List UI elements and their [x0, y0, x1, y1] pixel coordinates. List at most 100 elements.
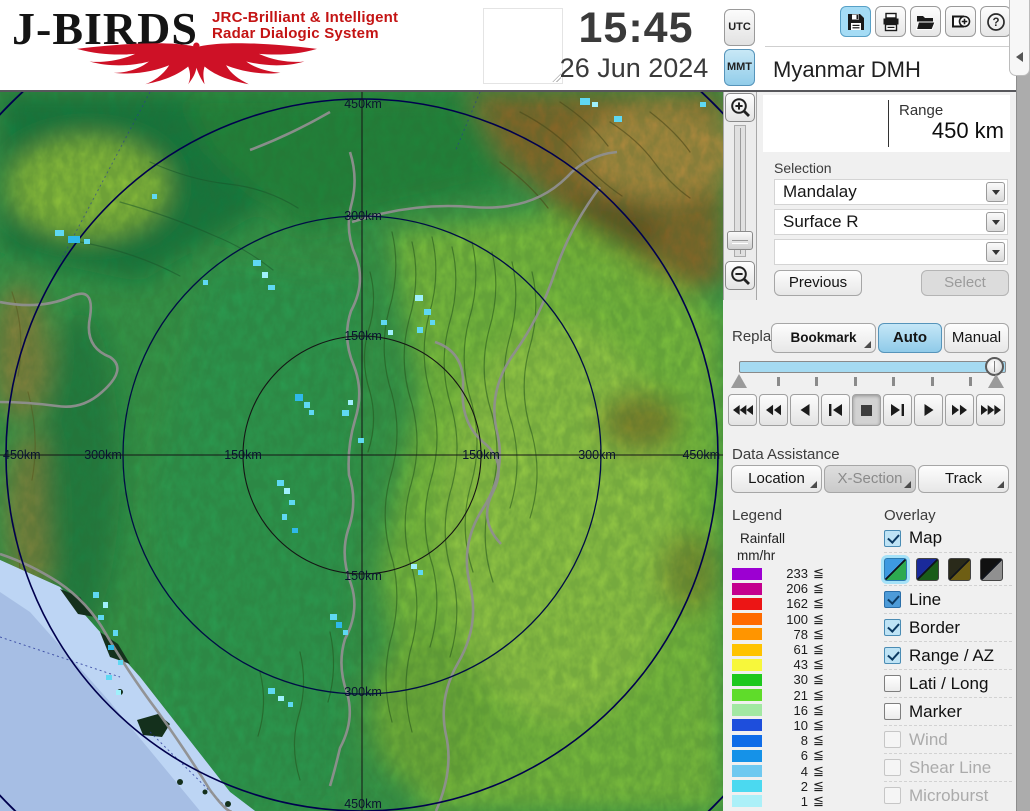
overlay-list: Map Line Border Range / AZ Lati / Long M… [884, 524, 1012, 809]
save-button[interactable] [840, 6, 871, 37]
radar-map[interactable]: 450km 300km 150km 150km 300km 450km 450k… [0, 92, 723, 811]
overlay-row-lati-long[interactable]: Lati / Long [884, 669, 1012, 697]
auto-button[interactable]: Auto [878, 323, 942, 353]
manual-button[interactable]: Manual [944, 323, 1009, 353]
select-button[interactable]: Select [921, 270, 1009, 296]
overlay-row-border[interactable]: Border [884, 613, 1012, 641]
utc-button[interactable]: UTC [724, 9, 755, 46]
bookmark-button[interactable]: Bookmark [771, 323, 876, 353]
product-dropdown[interactable]: Surface R [774, 209, 1008, 235]
replay-tick [931, 377, 934, 386]
add-view-icon [950, 12, 971, 32]
wind-checkbox [884, 731, 901, 748]
marker-checkbox[interactable] [884, 703, 901, 720]
mmt-button[interactable]: MMT [724, 49, 755, 86]
play-reverse-button[interactable] [790, 394, 819, 426]
panel-splitter[interactable] [1016, 0, 1030, 811]
overlay-row-map[interactable]: Map [884, 524, 1012, 552]
overlay-row-range-az[interactable]: Range / AZ [884, 641, 1012, 669]
legend-row: 100≦ [732, 612, 824, 627]
jbirds-logo-subtitle: JRC-Brilliant & Intelligent Radar Dialog… [212, 10, 398, 42]
range-divider [888, 100, 889, 147]
zoom-out-icon [730, 265, 751, 286]
step-forward-button[interactable] [883, 394, 912, 426]
dropdown-arrow-icon[interactable] [986, 182, 1005, 202]
map-style-swatch[interactable] [884, 558, 907, 581]
overlay-row-microburst: Microburst [884, 781, 1012, 809]
zoom-out-button[interactable] [725, 261, 755, 290]
overlay-label: Overlay [884, 507, 936, 524]
range-az-checkbox[interactable] [884, 647, 901, 664]
location-button[interactable]: Location [731, 465, 822, 493]
map-style-swatch[interactable] [948, 558, 971, 581]
legend-row: 8≦ [732, 733, 824, 748]
legend-row: 78≦ [732, 627, 824, 642]
step-back-button[interactable] [821, 394, 850, 426]
rewind-icon [766, 404, 781, 416]
xsection-button[interactable]: X-Section [824, 465, 916, 493]
zoom-in-button[interactable] [725, 93, 755, 122]
stop-icon [861, 405, 872, 416]
map-checkbox[interactable] [884, 530, 901, 547]
svg-text:450km: 450km [344, 97, 382, 111]
open-folder-button[interactable] [910, 6, 941, 37]
play-icon [924, 404, 934, 416]
site-dropdown[interactable]: Mandalay [774, 179, 1008, 205]
range-label: Range [899, 102, 943, 119]
line-checkbox[interactable] [884, 591, 901, 608]
map-style-swatch[interactable] [980, 558, 1003, 581]
legend-row: 21≦ [732, 688, 824, 703]
replay-tick [969, 377, 972, 386]
shear-line-checkbox [884, 759, 901, 776]
legend-row: 43≦ [732, 657, 824, 672]
panel-collapse-tab[interactable] [1009, 0, 1030, 76]
option-dropdown[interactable] [774, 239, 1008, 265]
help-button[interactable]: ? [980, 6, 1011, 37]
help-icon: ? [986, 12, 1006, 32]
dropdown-arrow-icon[interactable] [986, 242, 1005, 262]
svg-text:150km: 150km [344, 329, 382, 343]
replay-start-marker-icon [731, 374, 747, 388]
play-button[interactable] [914, 394, 943, 426]
fast-rewind-button[interactable] [728, 394, 757, 426]
print-button[interactable] [875, 6, 906, 37]
previous-button[interactable]: Previous [774, 270, 862, 296]
add-view-button[interactable] [945, 6, 976, 37]
panel-divider [765, 46, 1010, 47]
overlay-row-wind: Wind [884, 725, 1012, 753]
replay-tick [892, 377, 895, 386]
fast-forward-button[interactable] [945, 394, 974, 426]
stop-button[interactable] [852, 394, 881, 426]
legend-row: 162≦ [732, 596, 824, 611]
clock-date: 26 Jun 2024 [545, 53, 723, 84]
zoom-slider-thumb[interactable] [727, 231, 753, 250]
collapse-arrow-icon [1016, 52, 1023, 62]
svg-text:450km: 450km [344, 797, 382, 811]
zoom-in-icon [730, 97, 751, 118]
border-checkbox[interactable] [884, 619, 901, 636]
dropdown-arrow-icon[interactable] [986, 212, 1005, 232]
legend-label: Legend [732, 507, 782, 524]
legend-row: 30≦ [732, 672, 824, 687]
replay-tick [854, 377, 857, 386]
toolbar: ? [840, 6, 1011, 37]
rewind-button[interactable] [759, 394, 788, 426]
save-icon [846, 12, 866, 32]
track-button[interactable]: Track [918, 465, 1009, 493]
map-zoom-strip [723, 92, 757, 300]
svg-text:150km: 150km [462, 448, 500, 462]
overlay-row-marker[interactable]: Marker [884, 697, 1012, 725]
svg-text:300km: 300km [344, 209, 382, 223]
replay-progress-track[interactable] [739, 361, 1006, 373]
lati-long-checkbox[interactable] [884, 675, 901, 692]
range-box: Range 450 km [763, 95, 1010, 152]
svg-text:300km: 300km [578, 448, 616, 462]
skip-end-button[interactable] [976, 394, 1005, 426]
legend-row: 2≦ [732, 779, 824, 794]
overlay-row-line[interactable]: Line [884, 585, 1012, 613]
map-style-swatch[interactable] [916, 558, 939, 581]
legend-row: 16≦ [732, 703, 824, 718]
legend-row: 10≦ [732, 718, 824, 733]
step-forward-icon [891, 404, 904, 416]
rainfall-legend: 233≦ 206≦ 162≦ 100≦ 78≦ 61≦ 43≦ 30≦ 21≦ … [732, 566, 824, 809]
